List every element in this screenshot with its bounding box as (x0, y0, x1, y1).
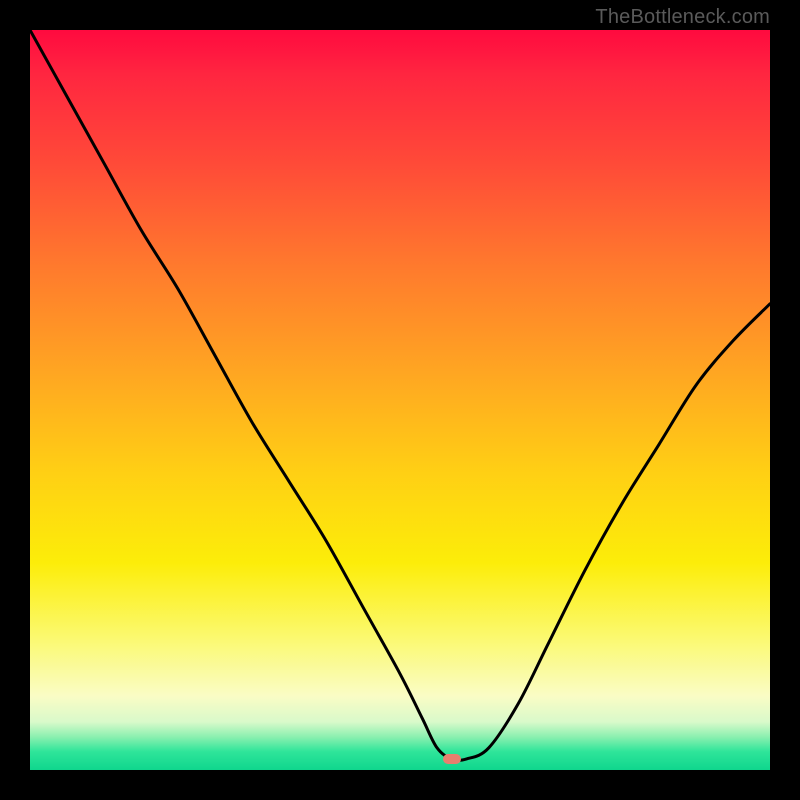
chart-container: TheBottleneck.com (0, 0, 800, 800)
watermark-text: TheBottleneck.com (595, 6, 770, 29)
bottleneck-curve (30, 30, 770, 770)
plot-area (30, 30, 770, 770)
optimal-marker (443, 754, 461, 764)
